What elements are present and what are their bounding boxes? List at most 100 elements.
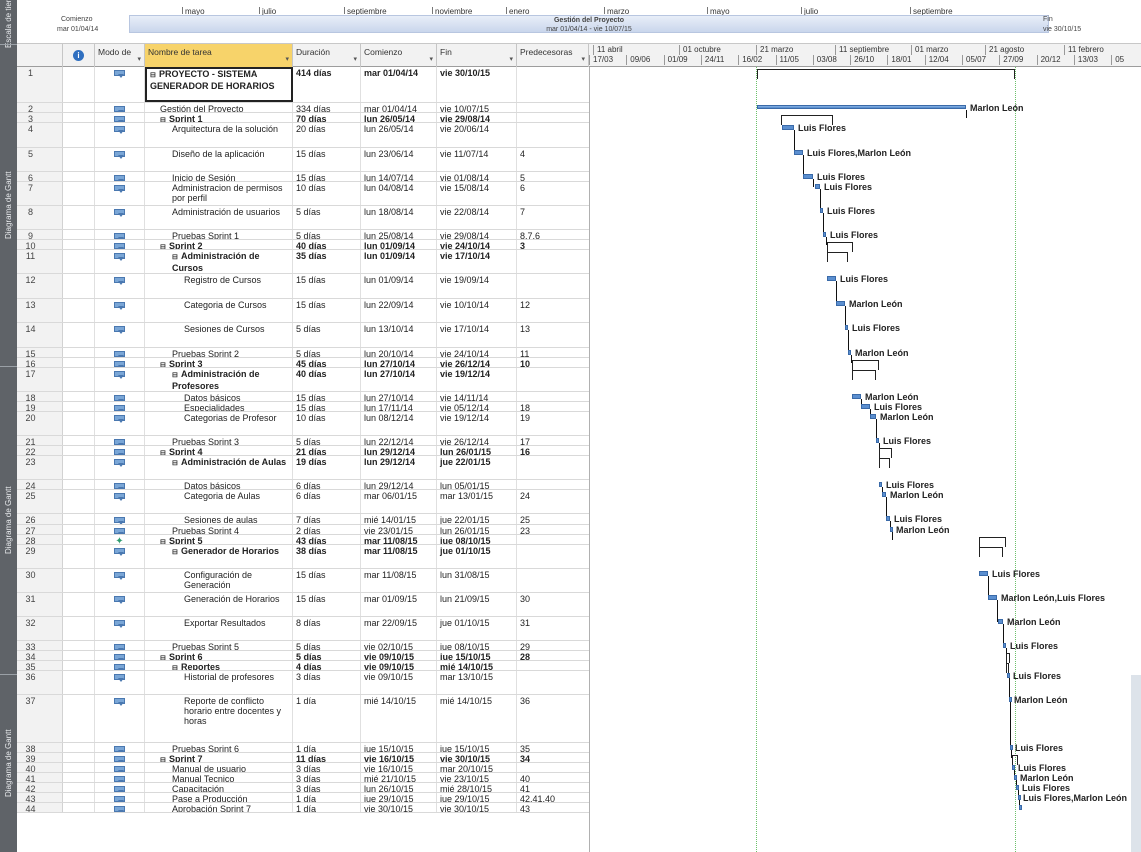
- task-end[interactable]: vie 26/12/14: [437, 358, 517, 367]
- task-predecessors[interactable]: [517, 274, 589, 298]
- vertical-scrollbar[interactable]: [1131, 675, 1141, 852]
- task-duration[interactable]: 21 días: [293, 446, 361, 455]
- task-predecessors[interactable]: 36: [517, 695, 589, 742]
- task-duration[interactable]: 334 días: [293, 103, 361, 112]
- task-end[interactable]: vie 29/08/14: [437, 113, 517, 122]
- task-id[interactable]: 20: [17, 412, 63, 435]
- collapse-icon[interactable]: ⊟: [172, 371, 180, 381]
- task-predecessors[interactable]: 41: [517, 783, 589, 792]
- task-start[interactable]: vie 30/10/15: [361, 803, 437, 812]
- task-mode[interactable]: [95, 525, 145, 534]
- task-mode[interactable]: [95, 793, 145, 802]
- task-start[interactable]: vie 16/10/15: [361, 763, 437, 772]
- task-name[interactable]: Manual Tecnico: [145, 773, 293, 782]
- task-end[interactable]: vie 19/12/14: [437, 368, 517, 391]
- task-duration[interactable]: 43 días: [293, 535, 361, 544]
- task-id[interactable]: 44: [17, 803, 63, 812]
- task-duration[interactable]: 5 días: [293, 651, 361, 660]
- task-duration[interactable]: 3 días: [293, 763, 361, 772]
- task-mode[interactable]: [95, 641, 145, 650]
- task-predecessors[interactable]: 7: [517, 206, 589, 229]
- task-name[interactable]: Exportar Resultados: [145, 617, 293, 640]
- task-end[interactable]: vie 30/10/15: [437, 67, 517, 102]
- task-name[interactable]: Registro de Cursos: [145, 274, 293, 298]
- table-row[interactable]: 40 Manual de usuario 3 días vie 16/10/15 mar…: [17, 763, 589, 773]
- task-end[interactable]: vie 22/08/14: [437, 206, 517, 229]
- task-mode[interactable]: [95, 446, 145, 455]
- task-end[interactable]: vie 10/10/14: [437, 299, 517, 322]
- task-start[interactable]: mié 14/10/15: [361, 695, 437, 742]
- task-start[interactable]: lun 29/12/14: [361, 446, 437, 455]
- task-predecessors[interactable]: 34: [517, 753, 589, 762]
- task-predecessors[interactable]: 8,7,6: [517, 230, 589, 239]
- task-id[interactable]: 8: [17, 206, 63, 229]
- task-id[interactable]: 5: [17, 148, 63, 171]
- task-name[interactable]: Historial de profesores: [145, 671, 293, 694]
- task-mode[interactable]: [95, 182, 145, 205]
- task-name[interactable]: Pruebas Sprint 2: [145, 348, 293, 357]
- task-start[interactable]: mar 11/08/15: [361, 545, 437, 568]
- task-duration[interactable]: 5 días: [293, 436, 361, 445]
- task-name[interactable]: Reporte de conflicto horario entre docen…: [145, 695, 293, 742]
- task-duration[interactable]: 70 días: [293, 113, 361, 122]
- task-mode[interactable]: [95, 113, 145, 122]
- task-predecessors[interactable]: [517, 123, 589, 147]
- task-mode[interactable]: [95, 323, 145, 347]
- task-id[interactable]: 43: [17, 793, 63, 802]
- timeline-view-label[interactable]: Escala de tiem: [0, 0, 17, 48]
- table-row[interactable]: 25 Categoria de Aulas 6 días mar 06/01/15 ma…: [17, 490, 589, 514]
- table-row[interactable]: 32 Exportar Resultados 8 días mar 22/09/15 j…: [17, 617, 589, 641]
- task-duration[interactable]: 1 día: [293, 793, 361, 802]
- task-name[interactable]: Especialidades: [145, 402, 293, 411]
- task-predecessors[interactable]: 18: [517, 402, 589, 411]
- task-name[interactable]: ⊟ Sprint 1: [145, 113, 293, 122]
- start-column-header[interactable]: Comienzo ▾: [361, 44, 437, 67]
- task-predecessors[interactable]: [517, 67, 589, 102]
- mode-column-header[interactable]: Modo de ▾: [95, 44, 145, 67]
- task-duration[interactable]: 15 días: [293, 172, 361, 181]
- task-duration[interactable]: 2 días: [293, 525, 361, 534]
- task-end[interactable]: vie 29/08/14: [437, 230, 517, 239]
- table-row[interactable]: 5 Diseño de la aplicación 15 días lun 23/06…: [17, 148, 589, 172]
- task-name[interactable]: Manual de usuario: [145, 763, 293, 772]
- collapse-icon[interactable]: ⊟: [172, 459, 180, 469]
- task-duration[interactable]: 3 días: [293, 773, 361, 782]
- task-duration[interactable]: 40 días: [293, 240, 361, 249]
- task-predecessors[interactable]: 5: [517, 172, 589, 181]
- table-row[interactable]: 18 Datos básicos 15 días lun 27/10/14 vie 14…: [17, 392, 589, 402]
- task-name[interactable]: Pruebas Sprint 5: [145, 641, 293, 650]
- task-end[interactable]: vie 23/10/15: [437, 773, 517, 782]
- task-start[interactable]: lun 13/10/14: [361, 323, 437, 347]
- task-mode[interactable]: [95, 695, 145, 742]
- task-mode[interactable]: [95, 148, 145, 171]
- task-start[interactable]: vie 16/10/15: [361, 753, 437, 762]
- task-predecessors[interactable]: [517, 368, 589, 391]
- collapse-icon[interactable]: ⊟: [160, 538, 168, 544]
- summary-bar[interactable]: [827, 252, 848, 262]
- task-mode[interactable]: [95, 480, 145, 489]
- task-predecessors[interactable]: 4: [517, 148, 589, 171]
- task-mode[interactable]: [95, 172, 145, 181]
- task-id[interactable]: 38: [17, 743, 63, 752]
- task-duration[interactable]: 3 días: [293, 783, 361, 792]
- task-predecessors[interactable]: 40: [517, 773, 589, 782]
- task-id[interactable]: 24: [17, 480, 63, 489]
- task-bar[interactable]: [988, 595, 997, 600]
- task-mode[interactable]: [95, 490, 145, 513]
- table-row[interactable]: 23 ⊟ Administración de Aulas 19 días lun 29/…: [17, 456, 589, 480]
- task-start[interactable]: mar 01/04/14: [361, 103, 437, 112]
- task-name[interactable]: ⊟ Administración de Profesores: [145, 368, 293, 391]
- task-id[interactable]: 42: [17, 783, 63, 792]
- task-duration[interactable]: 10 días: [293, 182, 361, 205]
- task-predecessors[interactable]: 30: [517, 593, 589, 616]
- task-predecessors[interactable]: [517, 456, 589, 479]
- task-id[interactable]: 23: [17, 456, 63, 479]
- task-predecessors[interactable]: [517, 763, 589, 772]
- gantt-chart[interactable]: Marlon León Luis Flores Luis Flores,Marlon…: [589, 67, 1141, 852]
- collapse-icon[interactable]: ⊟: [172, 664, 180, 670]
- task-name[interactable]: Pruebas Sprint 3: [145, 436, 293, 445]
- task-predecessors[interactable]: 12: [517, 299, 589, 322]
- task-predecessors[interactable]: 23: [517, 525, 589, 534]
- table-row[interactable]: 42 Capacitación 3 días lun 26/10/15 mié 28/1…: [17, 783, 589, 793]
- task-predecessors[interactable]: 6: [517, 182, 589, 205]
